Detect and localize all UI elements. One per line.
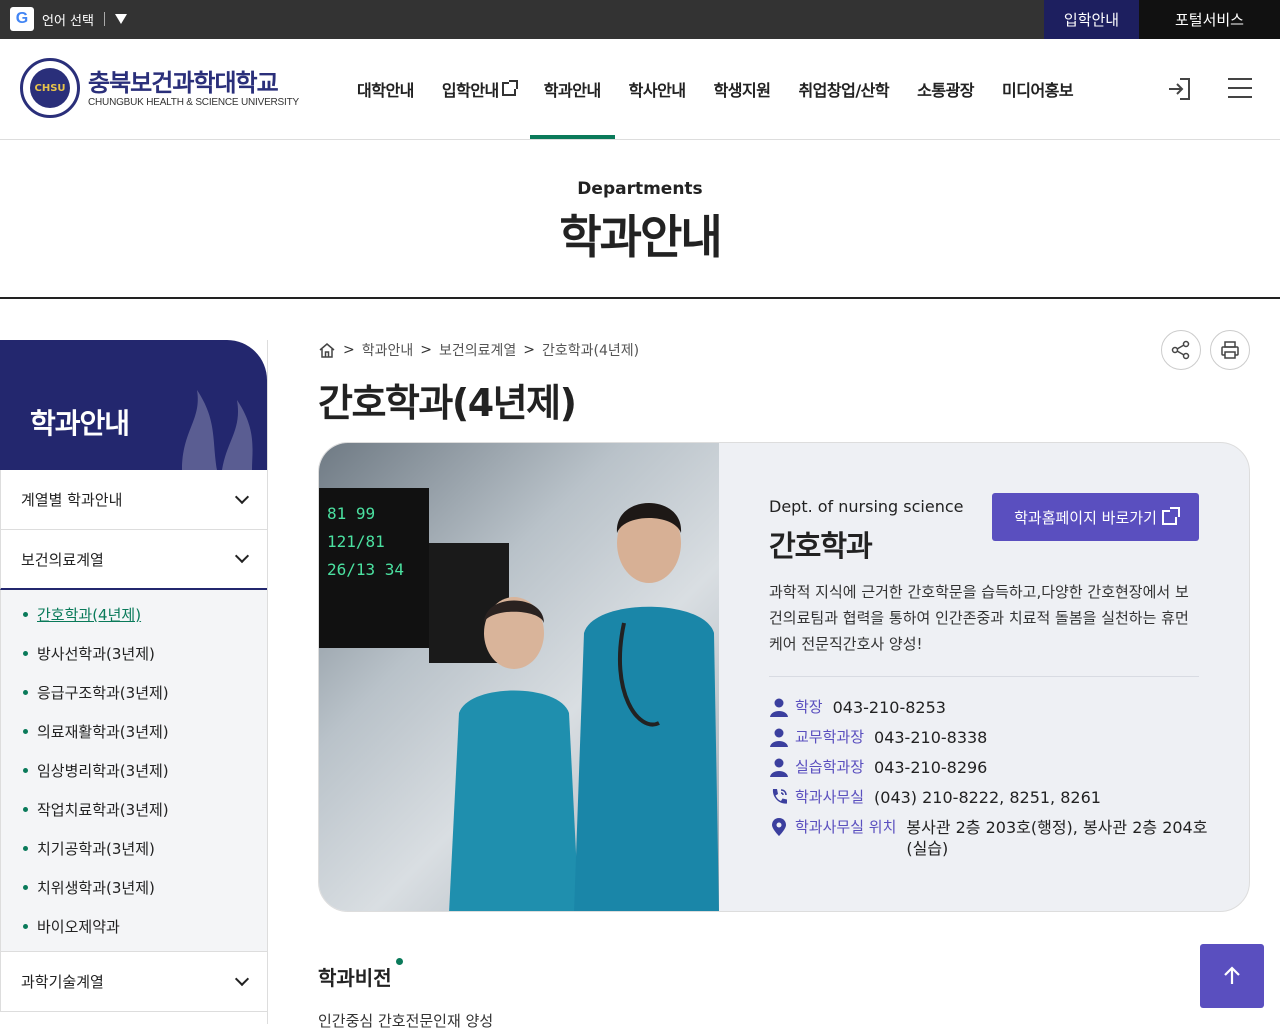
person-icon: [770, 758, 788, 777]
patient-monitor: 81 99 121/81 26/13 34: [319, 488, 429, 648]
breadcrumb: > 학과안내 > 보건의료계열 > 간호학과(4년제): [318, 340, 639, 360]
contact-dean: 학장 043-210-8253: [769, 697, 1209, 718]
sidebar-group-label: 보건의료계열: [21, 550, 104, 569]
arrow-up-icon: [1224, 966, 1240, 984]
page-title: 간호학과(4년제): [318, 381, 577, 425]
contact-practice-head: 실습학과장 043-210-8296: [769, 757, 1209, 778]
divider: [769, 676, 1199, 677]
university-logo[interactable]: CHSU 충북보건과학대학교 CHUNGBUK HEALTH & SCIENCE…: [20, 58, 299, 118]
nav-item-departments[interactable]: 학과안내: [529, 39, 615, 139]
chevron-down-icon: [234, 548, 250, 564]
person-icon: [770, 728, 788, 747]
chevron-down-icon: [234, 971, 250, 986]
dropdown-arrow-icon[interactable]: [114, 14, 127, 24]
hamburger-menu-icon[interactable]: [1228, 78, 1252, 100]
nav-item-admission[interactable]: 입학안내: [428, 39, 530, 139]
home-icon[interactable]: [318, 341, 336, 359]
print-button[interactable]: [1210, 330, 1250, 370]
top-utility-bar: G 언어 선택 입학안내 포털서비스: [0, 0, 1280, 39]
title-band-english: Departments: [577, 179, 703, 199]
sidebar-item-dental-hygiene[interactable]: 치위생학과(3년제): [1, 868, 267, 907]
nav-item-media[interactable]: 미디어홍보: [988, 39, 1087, 139]
department-korean-name: 간호학과: [769, 529, 873, 563]
logo-korean-name: 충북보건과학대학교: [88, 68, 279, 97]
emblem-text: CHSU: [30, 68, 70, 108]
title-band-korean: 학과안내: [559, 210, 722, 264]
sidebar-item-emergency[interactable]: 응급구조학과(3년제): [1, 673, 267, 712]
vision-section-title: 학과비전: [318, 966, 392, 990]
divider: [103, 12, 105, 26]
page-title-band: Departments 학과안내: [0, 141, 1280, 299]
sidebar-group-by-field[interactable]: 계열별 학과안내: [0, 470, 267, 530]
share-icon: [1171, 340, 1190, 360]
decorative-flame-icon: [182, 390, 253, 470]
main-nav: 대학안내 입학안내 학과안내 학사안내 학생지원 취업창업/산학 소통광장 미디…: [343, 39, 1087, 139]
nav-item-community[interactable]: 소통광장: [903, 39, 988, 139]
language-label: 언어 선택: [42, 13, 94, 29]
department-photo: 81 99 121/81 26/13 34: [319, 443, 719, 911]
breadcrumb-item-current: 간호학과(4년제): [542, 343, 640, 359]
external-link-icon: [501, 80, 518, 96]
department-description: 과학적 지식에 근거한 간호학문을 습득하고,다양한 간호현장에서 보건의료팀과…: [769, 583, 1189, 653]
contact-office-location: 학과사무실 위치 봉사관 2층 203호(행정), 봉사관 2층 204호(실습): [769, 817, 1209, 859]
external-link-icon: [1161, 506, 1180, 525]
department-homepage-button[interactable]: 학과홈페이지 바로가기: [992, 493, 1199, 541]
department-card: 81 99 121/81 26/13 34 Dept. of nursing s…: [318, 442, 1250, 912]
sidebar-item-rehab[interactable]: 의료재활학과(3년제): [1, 712, 267, 751]
contact-office-phone: 학과사무실 (043) 210-8222, 8251, 8261: [769, 787, 1209, 808]
sidebar-item-biopharma[interactable]: 바이오제약과: [1, 907, 267, 946]
sidebar-header: 학과안내: [0, 340, 267, 470]
sidebar-group-label: 과학기술계열: [21, 973, 104, 991]
language-selector[interactable]: G 언어 선택: [10, 7, 127, 31]
sidebar: 학과안내 계열별 학과안내 보건의료계열 간호학과(4년제) 방사선학과(3년제…: [0, 340, 268, 1024]
section-dot: [396, 958, 403, 965]
logo-english-name: CHUNGBUK HEALTH & SCIENCE UNIVERSITY: [88, 96, 299, 108]
nav-item-label: 입학안내: [441, 81, 499, 100]
sidebar-item-nursing[interactable]: 간호학과(4년제): [1, 595, 267, 634]
university-emblem-icon: CHSU: [20, 58, 80, 118]
nav-item-student-support[interactable]: 학생지원: [700, 39, 785, 139]
login-icon[interactable]: [1166, 76, 1192, 102]
sidebar-item-dental-tech[interactable]: 치기공학과(3년제): [1, 829, 267, 868]
portal-service-link[interactable]: 포털서비스: [1139, 0, 1280, 39]
site-header: CHSU 충북보건과학대학교 CHUNGBUK HEALTH & SCIENCE…: [0, 39, 1280, 140]
sidebar-item-radiology[interactable]: 방사선학과(3년제): [1, 634, 267, 673]
google-translate-icon: G: [10, 7, 34, 31]
breadcrumb-item[interactable]: 학과안내: [362, 340, 414, 360]
sidebar-group-science-tech[interactable]: 과학기술계열: [0, 952, 267, 1012]
breadcrumb-item[interactable]: 보건의료계열: [439, 340, 516, 360]
person-icon: [770, 698, 788, 717]
contact-academic-head: 교무학과장 043-210-8338: [769, 727, 1209, 748]
location-pin-icon: [772, 818, 786, 836]
nurse-figure-male: [574, 503, 719, 911]
sidebar-item-clinical-pathology[interactable]: 임상병리학과(3년제): [1, 751, 267, 790]
homepage-button-label: 학과홈페이지 바로가기: [1014, 508, 1157, 527]
department-english-name: Dept. of nursing science: [769, 497, 964, 516]
contact-list: 학장 043-210-8253 교무학과장 043-210-8338 실습학과장 04…: [769, 697, 1209, 868]
sidebar-title: 학과안내: [30, 407, 130, 440]
sidebar-submenu: 간호학과(4년제) 방사선학과(3년제) 응급구조학과(3년제) 의료재활학과(…: [0, 590, 267, 952]
share-button[interactable]: [1161, 330, 1201, 370]
sidebar-group-health[interactable]: 보건의료계열: [0, 530, 267, 590]
scroll-to-top-button[interactable]: [1200, 944, 1264, 1008]
admission-link[interactable]: 입학안내: [1044, 0, 1139, 39]
sidebar-group-label: 계열별 학과안내: [21, 491, 123, 509]
print-icon: [1221, 341, 1239, 359]
nav-item-about[interactable]: 대학안내: [343, 39, 428, 139]
vision-text: 인간중심 간호전문인재 양성: [318, 1012, 494, 1030]
nurse-figure-female: [449, 597, 579, 911]
sidebar-item-occupational-therapy[interactable]: 작업치료학과(3년제): [1, 790, 267, 829]
phone-icon: [772, 789, 787, 804]
nav-item-academics[interactable]: 학사안내: [615, 39, 700, 139]
chevron-down-icon: [234, 489, 250, 504]
nav-item-career[interactable]: 취업창업/산학: [784, 39, 903, 139]
